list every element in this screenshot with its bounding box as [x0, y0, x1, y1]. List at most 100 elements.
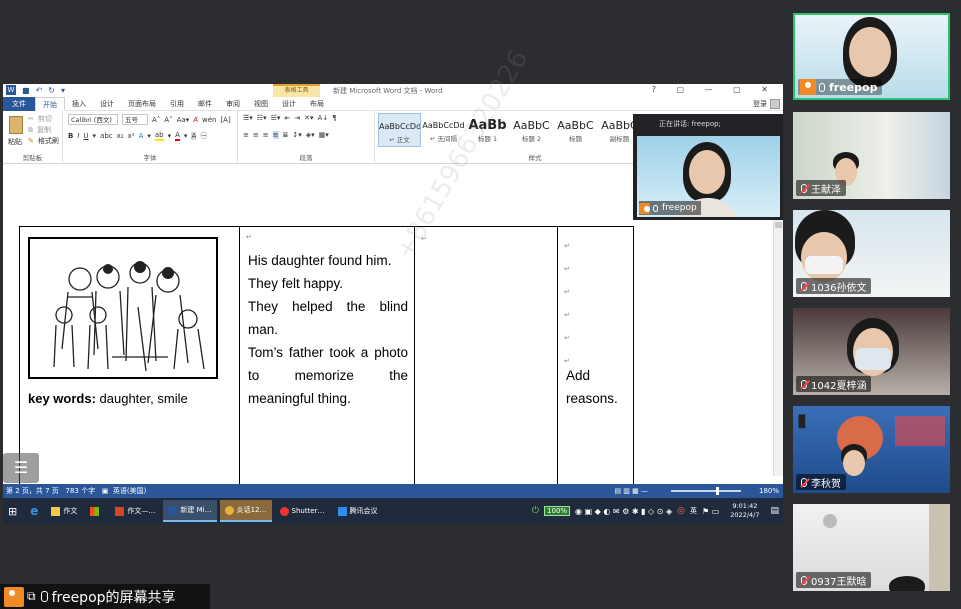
tab-page-layout[interactable]: 页面布局: [121, 97, 163, 111]
font-size-select[interactable]: 五号: [122, 114, 148, 125]
taskbar-item-powerpoint[interactable]: 作文—…: [110, 500, 160, 522]
participant-tile[interactable]: 1036孙依文: [793, 210, 950, 297]
clock[interactable]: 9:01:42 2022/4/7: [730, 502, 759, 520]
style-heading-1[interactable]: AaBb 标题 1: [466, 113, 509, 147]
align-center-icon[interactable]: ≡: [253, 131, 259, 139]
tab-table-layout[interactable]: 布局: [303, 97, 331, 111]
view-buttons[interactable]: ▤ ▥ ▦ —: [614, 484, 648, 498]
ime-indicator[interactable]: 英: [690, 506, 697, 516]
zoom-level[interactable]: 180%: [759, 484, 779, 498]
tab-view[interactable]: 视图: [247, 97, 275, 111]
copy-button[interactable]: ⧉ 复制: [28, 125, 51, 135]
taskbar-item-shutter[interactable]: Shutter…: [275, 500, 330, 522]
tab-design[interactable]: 设计: [93, 97, 121, 111]
presenter-video[interactable]: freepop: [637, 136, 780, 217]
save-icon[interactable]: ■: [22, 86, 30, 95]
participant-tile[interactable]: freepop: [793, 13, 950, 100]
change-case-icon[interactable]: Aa▾: [177, 116, 190, 124]
style-title[interactable]: AaBbC 标题: [554, 113, 597, 147]
taskbar-item-store[interactable]: [85, 500, 107, 522]
bold-icon[interactable]: B: [68, 132, 73, 140]
char-border-icon[interactable]: [A]: [220, 116, 230, 124]
taskbar-item-folder[interactable]: 作文: [46, 500, 82, 522]
highlight-icon[interactable]: ab: [154, 131, 164, 141]
tab-file[interactable]: 文件: [3, 96, 35, 111]
table-cell-picture[interactable]: key words: daughter, smile: [19, 226, 240, 486]
vertical-scrollbar[interactable]: [773, 218, 783, 476]
style-normal[interactable]: AaBbCcDd ↵ 正文: [378, 113, 421, 147]
participant-tile[interactable]: 王献泽: [793, 112, 950, 199]
align-left-icon[interactable]: ≡: [243, 131, 249, 139]
edge-button[interactable]: e: [25, 500, 43, 522]
battery-indicator[interactable]: 100%: [544, 506, 571, 516]
table-cell-story[interactable]: ↵ His daughter found him. They felt happ…: [239, 226, 415, 486]
login-link[interactable]: 登录: [753, 97, 767, 111]
bullets-icon[interactable]: ☰▾: [243, 114, 253, 122]
grow-font-icon[interactable]: A˄: [152, 116, 160, 124]
multilevel-list-icon[interactable]: ☱▾: [271, 114, 281, 122]
show-marks-icon[interactable]: ¶: [332, 114, 336, 122]
strikethrough-icon[interactable]: abc: [100, 132, 113, 140]
superscript-icon[interactable]: x²: [128, 132, 135, 140]
word-count[interactable]: 783 个字: [66, 487, 96, 495]
participant-tile[interactable]: 0937王默晗: [793, 504, 950, 591]
subscript-icon[interactable]: x₂: [117, 132, 124, 140]
style-heading-2[interactable]: AaBbC 标题 2: [510, 113, 553, 147]
scroll-thumb[interactable]: [775, 222, 782, 228]
notification-icon[interactable]: ▤: [770, 506, 779, 516]
undo-icon[interactable]: ↶: [36, 86, 43, 95]
style-no-spacing[interactable]: AaBbCcDd ↵ 无间隔: [422, 113, 465, 147]
taskbar-item-word[interactable]: 新建 Mi…: [163, 500, 217, 522]
customize-qat-icon[interactable]: ▾: [61, 86, 65, 95]
zoom-slider[interactable]: [671, 487, 741, 495]
clear-format-icon[interactable]: A̸: [193, 116, 198, 124]
tray-app-icon[interactable]: ◎: [677, 506, 685, 516]
sort-icon[interactable]: A↓: [318, 114, 329, 122]
shading-icon[interactable]: ◈▾: [306, 131, 315, 139]
start-button[interactable]: ⊞: [3, 500, 22, 522]
page-indicator[interactable]: 第 2 页，共 7 页: [6, 487, 59, 495]
line-spacing-icon[interactable]: ↕▾: [292, 131, 301, 139]
language-indicator[interactable]: 英语(美国): [113, 487, 146, 495]
decrease-indent-icon[interactable]: ⇤: [284, 114, 290, 122]
align-right-icon[interactable]: ≡: [263, 131, 269, 139]
paste-button[interactable]: 粘贴: [8, 137, 22, 147]
redo-icon[interactable]: ↻: [48, 86, 55, 95]
italic-icon[interactable]: I: [77, 132, 79, 140]
borders-icon[interactable]: ▦▾: [319, 131, 329, 139]
tab-references[interactable]: 引用: [163, 97, 191, 111]
enclose-char-icon[interactable]: ㊀: [200, 131, 207, 141]
tab-home[interactable]: 开始: [35, 96, 65, 111]
shrink-font-icon[interactable]: A˅: [164, 116, 172, 124]
tray-more-icons[interactable]: ⚑ ▭: [702, 507, 719, 516]
distribute-icon[interactable]: ≣: [283, 131, 289, 139]
taskbar-item-app[interactable]: 炎话12…: [219, 500, 272, 522]
account-avatar[interactable]: [770, 99, 780, 109]
tab-review[interactable]: 审阅: [219, 97, 247, 111]
tab-mailings[interactable]: 邮件: [191, 97, 219, 111]
layout-toggle-button[interactable]: ☰: [3, 453, 39, 483]
font-name-select[interactable]: Calibri (西文): [68, 114, 118, 125]
text-effects-icon[interactable]: A: [139, 132, 144, 140]
justify-icon[interactable]: ≡: [272, 131, 279, 139]
increase-indent-icon[interactable]: ⇥: [294, 114, 300, 122]
window-controls[interactable]: ? ▢ — ▢ ✕: [652, 85, 777, 94]
zoom-slider-knob[interactable]: [716, 487, 720, 495]
cut-button[interactable]: ✂ 剪切: [28, 114, 52, 124]
participant-tile[interactable]: 1042夏梓涵: [793, 308, 950, 395]
tab-table-design[interactable]: 设计: [275, 97, 303, 111]
participant-tile[interactable]: ▮ 李秋贺: [793, 406, 950, 493]
font-color-icon[interactable]: A: [175, 131, 180, 141]
phonetic-guide-icon[interactable]: wén: [202, 116, 216, 124]
table-cell-empty[interactable]: ↵: [414, 226, 558, 486]
asian-layout-icon[interactable]: ✕▾: [304, 114, 313, 122]
tab-insert[interactable]: 插入: [65, 97, 93, 111]
numbering-icon[interactable]: ☷▾: [257, 114, 267, 122]
paste-icon[interactable]: [9, 116, 23, 134]
char-shading-icon[interactable]: A: [191, 132, 197, 140]
table-cell-add-reasons[interactable]: ↵ ↵ ↵ ↵ ↵ ↵ Add reasons.: [557, 226, 634, 486]
proofing-icon[interactable]: ▣: [102, 487, 109, 495]
format-painter-button[interactable]: ✎ 格式刷: [28, 136, 59, 146]
tray-icons[interactable]: ◉ ▣ ◆ ◐ ✉ ⚙ ✱ ▮ ◇ ⊙ ◈: [575, 507, 672, 516]
underline-icon[interactable]: U: [83, 132, 88, 140]
